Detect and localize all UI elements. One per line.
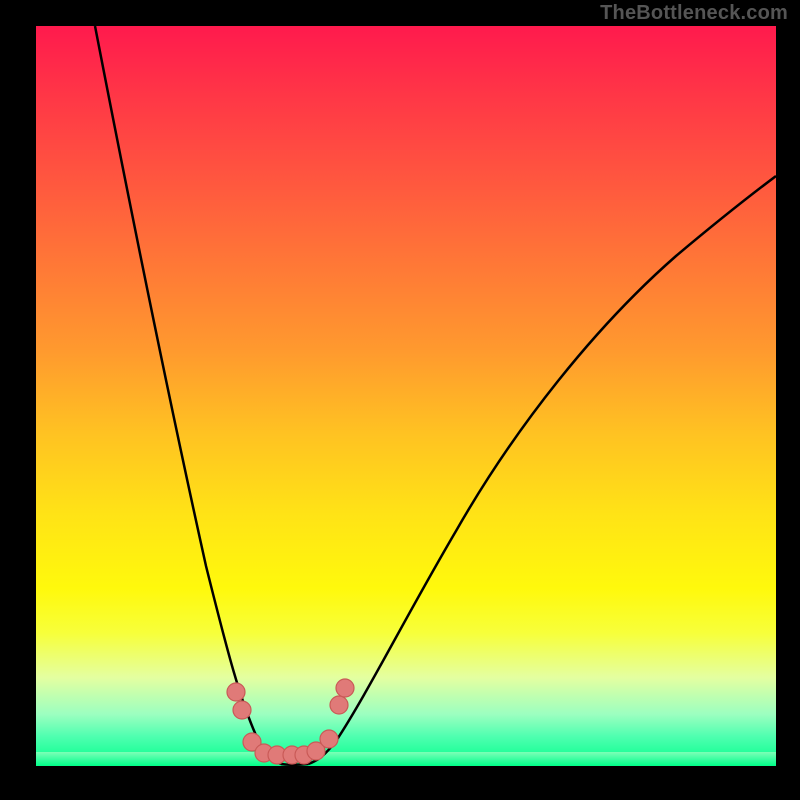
watermark-text: TheBottleneck.com [600,2,788,25]
background-gradient-icon [36,26,776,766]
green-baseline-icon [36,752,776,766]
chart-stage: TheBottleneck.com [0,0,800,800]
plot-area [36,26,776,766]
